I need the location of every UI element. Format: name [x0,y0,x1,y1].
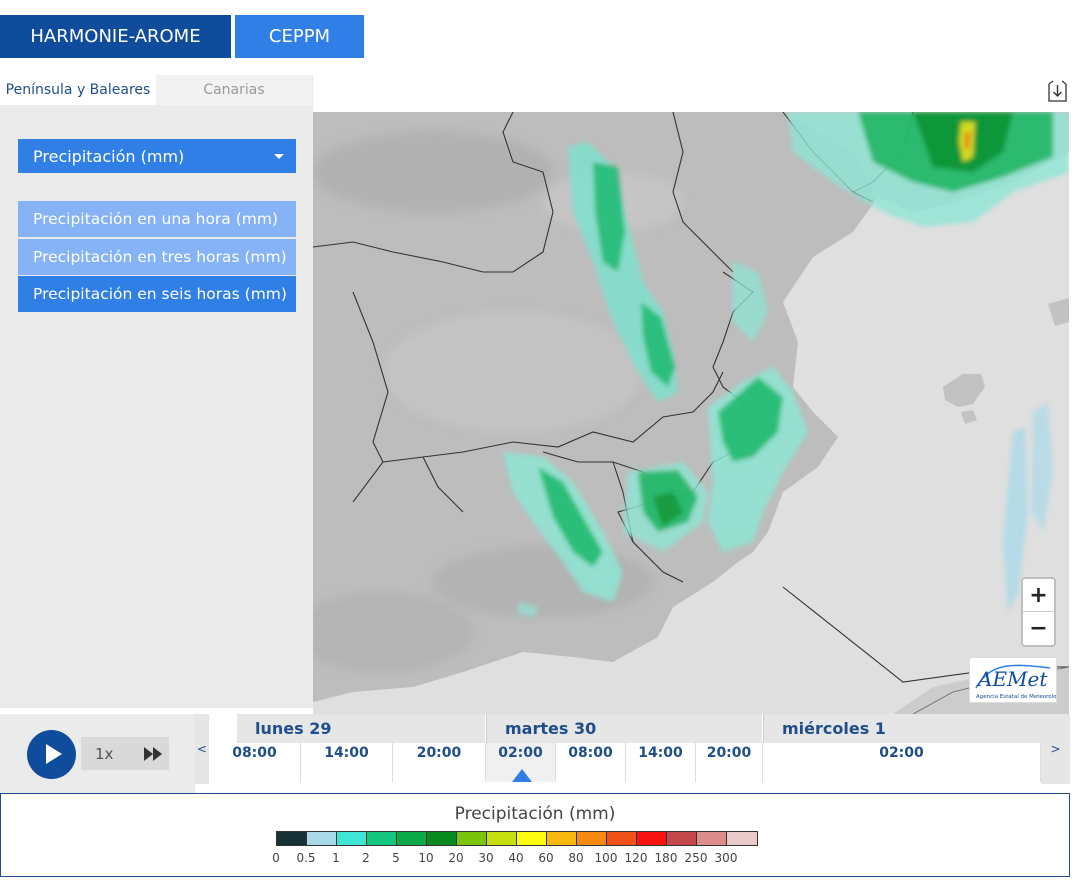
region-tabs: Península y Baleares Canarias [0,75,313,105]
time-slot[interactable]: 08:00 [556,743,626,782]
time-slot[interactable]: 20:00 [696,743,763,782]
legend-label: 30 [478,851,494,865]
legend-swatch [697,832,727,845]
legend-label: 10 [418,851,434,865]
day-header-miercoles: miércoles 1 [763,714,1041,743]
time-slot[interactable]: 14:00 [626,743,696,782]
fast-forward-icon[interactable] [143,746,163,762]
animation-player: 1x [0,714,195,794]
app-root: HARMONIE-AROME CEPPM Península y Baleare… [0,0,1080,895]
chevron-down-icon [274,154,284,159]
legend-swatch [727,832,757,845]
day-header-martes: martes 30 [486,714,762,743]
legend-label: 250 [684,851,708,865]
legend-label: 0 [272,851,280,865]
model-tab-ceppm[interactable]: CEPPM [235,15,364,58]
speed-control[interactable]: 1x [81,737,169,770]
timeline: < lunes 29 martes 30 miércoles 1 08:00 1… [195,714,1070,784]
download-icon[interactable] [1048,80,1067,102]
legend-color-bar [276,831,758,846]
timeline-prev-button[interactable]: < [195,714,209,784]
legend-label: 2 [362,851,370,865]
zoom-in-button[interactable]: + [1023,579,1054,612]
left-panel: Península y Baleares Canarias Precipitac… [0,75,313,708]
variable-select[interactable]: Precipitación (mm) [18,139,296,173]
model-tab-harmonie-arome[interactable]: HARMONIE-AROME [0,15,231,58]
legend: Precipitación (mm) 0 0.5 1 2 5 10 20 30 40 60 80 10… [0,793,1070,877]
legend-swatch [517,832,547,845]
legend-swatch [607,832,637,845]
precipitation-map[interactable] [313,112,1069,714]
day-header-lunes: lunes 29 [237,714,485,743]
svg-text:AEMet: AEMet [976,667,1048,691]
legend-swatch [637,832,667,845]
tab-canarias[interactable]: Canarias [156,75,312,105]
zoom-control: + − [1021,577,1056,647]
legend-swatch [397,832,427,845]
legend-label: 20 [448,851,464,865]
timeline-next-button[interactable]: > [1041,714,1070,784]
legend-swatch [667,832,697,845]
legend-label: 0.5 [296,851,316,865]
tab-peninsula-baleares[interactable]: Península y Baleares [0,75,156,105]
option-precip-6h[interactable]: Precipitación en seis horas (mm) [18,276,296,312]
legend-swatch [487,832,517,845]
svg-text:Agencia Estatal de Meteorologí: Agencia Estatal de Meteorología [976,693,1056,700]
time-slot[interactable]: 08:00 [209,743,301,782]
option-precip-3h[interactable]: Precipitación en tres horas (mm) [18,239,296,275]
time-slot[interactable]: 20:00 [393,743,486,782]
variable-select-label: Precipitación (mm) [33,146,185,166]
speed-label: 1x [95,744,114,763]
legend-label: 1 [332,851,340,865]
legend-label: 300 [714,851,738,865]
legend-swatch [367,832,397,845]
legend-title: Precipitación (mm) [454,804,616,824]
legend-swatch [547,832,577,845]
legend-swatch [427,832,457,845]
time-slot[interactable]: 14:00 [301,743,393,782]
legend-swatch [337,832,367,845]
legend-label: 40 [508,851,524,865]
legend-swatch [577,832,607,845]
aemet-logo: AEMet Agencia Estatal de Meteorología [969,657,1065,703]
legend-label: 100 [594,851,618,865]
legend-label: 60 [538,851,554,865]
legend-label: 80 [568,851,584,865]
legend-swatch [277,832,307,845]
time-slot[interactable]: 02:00 [763,743,1041,782]
timeline-cursor[interactable] [512,769,532,782]
option-precip-1h[interactable]: Precipitación en una hora (mm) [18,201,296,237]
legend-swatch [307,832,337,845]
play-button[interactable] [27,730,76,779]
legend-label: 120 [624,851,648,865]
zoom-out-button[interactable]: − [1023,612,1054,645]
map-canvas [313,112,1069,714]
legend-label: 180 [654,851,678,865]
legend-label: 5 [392,851,400,865]
legend-swatch [457,832,487,845]
aemet-logo-graphic: AEMet Agencia Estatal de Meteorología [975,664,1065,700]
